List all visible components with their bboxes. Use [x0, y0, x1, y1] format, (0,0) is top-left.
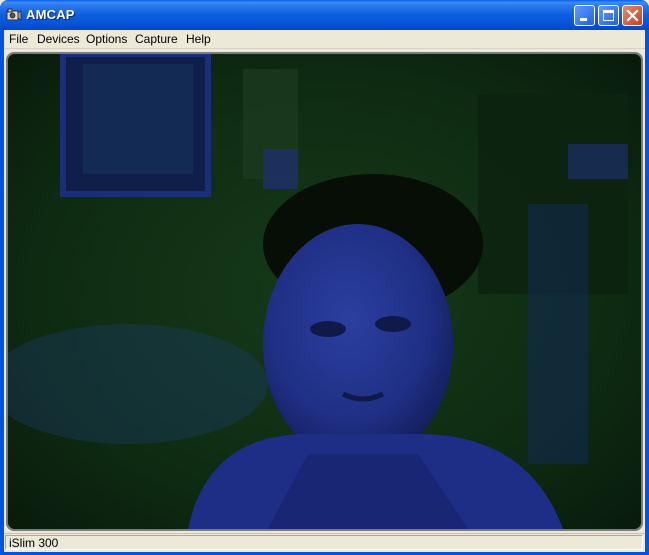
app-camera-icon [6, 8, 22, 21]
menu-capture[interactable]: Capture [131, 32, 182, 46]
video-preview [8, 54, 641, 529]
close-button[interactable] [622, 5, 643, 26]
minimize-button[interactable] [574, 5, 595, 26]
status-device-name: iSlim 300 [9, 536, 59, 550]
title-bar[interactable]: AMCAP [0, 0, 649, 30]
menu-options[interactable]: Options [82, 32, 131, 46]
menu-devices[interactable]: Devices [33, 32, 84, 46]
webcam-image [8, 54, 641, 529]
status-bar: iSlim 300 [4, 533, 645, 552]
menu-help[interactable]: Help [182, 32, 215, 46]
maximize-button[interactable] [598, 5, 619, 26]
maximize-icon [603, 10, 614, 21]
video-preview-frame [6, 52, 643, 531]
close-icon [626, 9, 639, 22]
minimize-icon [580, 18, 587, 21]
client-area: File Devices Options Capture Help iSlim … [4, 30, 645, 552]
amcap-window: AMCAP File Devices Options Capture Help [0, 0, 649, 555]
menu-file[interactable]: File [5, 32, 32, 46]
status-panel: iSlim 300 [5, 535, 643, 550]
window-title: AMCAP [26, 7, 75, 22]
menu-bar: File Devices Options Capture Help [4, 30, 645, 49]
